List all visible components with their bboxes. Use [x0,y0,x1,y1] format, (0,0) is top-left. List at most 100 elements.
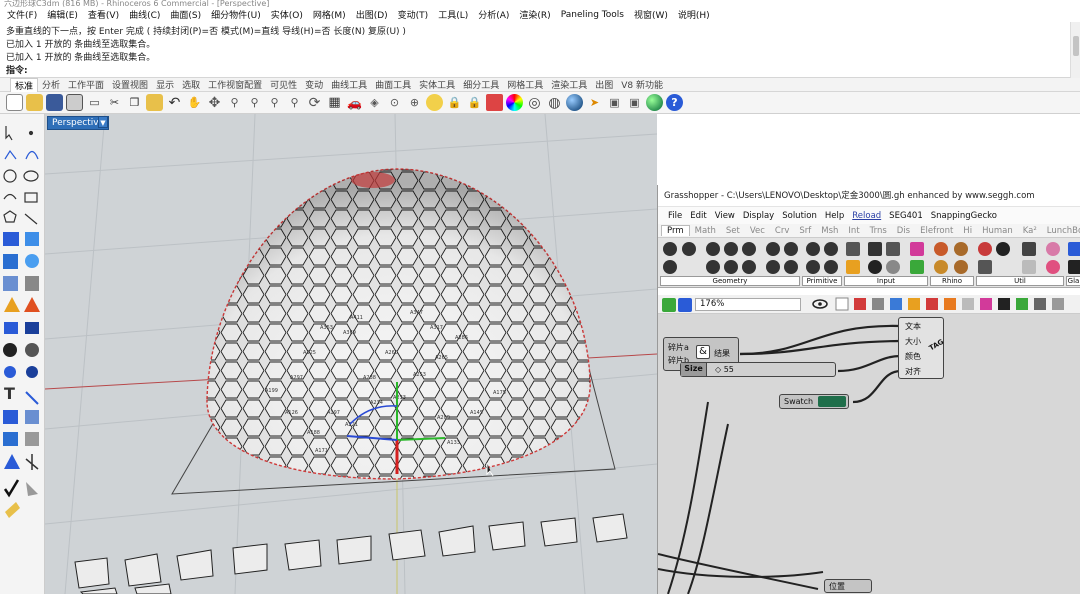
gh-geometry-icon[interactable] [784,260,798,274]
lock-icon[interactable]: 🔒 [446,94,463,111]
gh-util-icon[interactable] [1022,260,1036,274]
menu-curve[interactable]: 曲线(C) [124,8,165,21]
gh-geometry-icon[interactable] [784,242,798,256]
gh-input-icon[interactable] [886,242,900,256]
gh-new-document-icon[interactable] [662,298,676,312]
tag-input-text[interactable]: 文本 [905,321,921,332]
gh-tab-prm[interactable]: Prm [661,225,690,236]
gh-input-icon[interactable] [868,242,882,256]
named-views-icon[interactable]: ▣ [606,94,623,111]
gh-tab-hi[interactable]: Hi [958,226,977,236]
light-bulb-icon[interactable] [426,94,443,111]
tab-display[interactable]: 显示 [152,78,178,91]
gumball-icon[interactable]: ➤ [586,94,603,111]
gh-input-icon[interactable] [868,260,882,274]
menu-solid[interactable]: 实体(O) [266,8,308,21]
gh-rhino-icon[interactable] [954,242,968,256]
gh-menu-help[interactable]: Help [821,211,848,221]
rotate-view-icon[interactable]: ✥ [206,94,223,111]
gh-canvas[interactable]: 碎片a 碎片b & 结果 Size ◇ 55 Swatch 文本 大小 颜色 对… [658,314,1080,594]
gh-tab-set[interactable]: Set [721,226,745,236]
grasshopper-icon[interactable] [646,94,663,111]
gh-tab-lunchbox[interactable]: LunchBox [1042,226,1080,236]
copy-icon[interactable]: ❐ [126,94,143,111]
import-icon[interactable]: ▭ [86,94,103,111]
gh-rhino-icon[interactable] [954,260,968,274]
gh-util-icon[interactable] [1046,242,1060,256]
zoom-icon[interactable]: ⚲ [226,94,243,111]
gh-tab-dis[interactable]: Dis [892,226,915,236]
menu-surface[interactable]: 曲面(S) [165,8,206,21]
gh-save-icon[interactable] [678,298,692,312]
viewport-canvas[interactable]: A369 A411 A353 A325 A297 A260 A238 A234 … [45,114,657,594]
gh-geometry-icon[interactable] [663,242,677,256]
gh-menu-seg401[interactable]: SEG401 [885,211,927,221]
tab-mesh-tools[interactable]: 网格工具 [503,78,547,91]
position-input[interactable]: 位置 [829,581,845,592]
pan-hand-icon[interactable]: ✋ [186,94,203,111]
gh-rhino-icon[interactable] [934,242,948,256]
gh-output-result[interactable]: 结果 [714,348,730,359]
tab-solid-tools[interactable]: 实体工具 [415,78,459,91]
menu-paneling-tools[interactable]: Paneling Tools [556,10,629,20]
command-scrollbar[interactable] [1070,22,1080,78]
gh-geometry-icon[interactable] [682,242,696,256]
gh-geometry-icon[interactable] [663,260,677,274]
gh-input-a[interactable]: 碎片a [668,342,689,353]
viewport-menu-arrow[interactable]: ▼ [98,116,108,128]
gh-tab-crv[interactable]: Crv [770,226,794,236]
gh-util-icon[interactable] [1022,242,1036,256]
perspective-viewport[interactable]: A369 A411 A353 A325 A297 A260 A238 A234 … [45,114,657,594]
tag-input-align[interactable]: 对齐 [905,366,921,377]
tag-input-color[interactable]: 颜色 [905,351,921,362]
gh-zoom-select[interactable]: 176% [695,298,801,311]
open-folder-icon[interactable] [26,94,43,111]
gh-primitive-icon[interactable] [824,242,838,256]
gh-swatch[interactable]: Swatch [779,394,849,409]
car-icon[interactable]: 🚗 [346,94,363,111]
gh-gla-icon[interactable] [1068,242,1080,256]
scrollbar-thumb[interactable] [1073,36,1079,56]
gh-text-tag-component[interactable]: 文本 大小 颜色 对齐 TAG [898,317,945,379]
gh-geometry-icon[interactable] [742,242,756,256]
command-prompt[interactable]: 指令: [6,65,28,77]
help-icon[interactable]: ? [666,94,683,111]
tab-transform[interactable]: 变动 [301,78,327,91]
lock-selected-icon[interactable]: 🔒 [466,94,483,111]
gh-geometry-icon[interactable] [742,260,756,274]
gh-input-icon[interactable] [846,242,860,256]
gh-gla-icon[interactable] [1068,260,1080,274]
menu-mesh[interactable]: 网格(M) [308,8,351,21]
tab-drafting[interactable]: 出图 [591,78,617,91]
zoom-selected-icon[interactable]: ⚲ [286,94,303,111]
tab-set-view[interactable]: 设置视图 [108,78,152,91]
tab-render-tools[interactable]: 渲染工具 [547,78,591,91]
gh-tab-elefront[interactable]: Elefront [915,226,958,236]
menu-view[interactable]: 查看(V) [83,8,124,21]
gh-util-icon[interactable] [978,242,992,256]
display-modes-icon[interactable]: ◍ [546,94,563,111]
gh-group-input[interactable]: Input [844,276,928,286]
gh-geometry-icon[interactable] [724,242,738,256]
gh-tab-vec[interactable]: Vec [745,226,770,236]
gh-geometry-icon[interactable] [706,242,720,256]
four-viewports-icon[interactable]: ▦ [326,94,343,111]
cut-icon[interactable]: ✂ [106,94,123,111]
menu-transform[interactable]: 变动(T) [393,8,434,21]
gh-primitive-icon[interactable] [824,260,838,274]
gh-menu-reload[interactable]: Reload [848,211,885,221]
tab-v8-features[interactable]: V8 新功能 [617,78,667,91]
save-icon[interactable] [46,94,63,111]
tab-subd-tools[interactable]: 细分工具 [459,78,503,91]
rotate-icon[interactable]: ⟳ [306,94,323,111]
tab-select[interactable]: 选取 [178,78,204,91]
gh-tab-srf[interactable]: Srf [794,226,816,236]
paste-icon[interactable] [146,94,163,111]
gh-tab-human[interactable]: Human [977,226,1018,236]
menu-window[interactable]: 视窗(W) [629,8,673,21]
menu-render[interactable]: 渲染(R) [514,8,555,21]
gh-geometry-icon[interactable] [724,260,738,274]
gh-geometry-icon[interactable] [766,260,780,274]
snapshots-icon[interactable]: ▣ [626,94,643,111]
tab-cplanes[interactable]: 工作平面 [64,78,108,91]
